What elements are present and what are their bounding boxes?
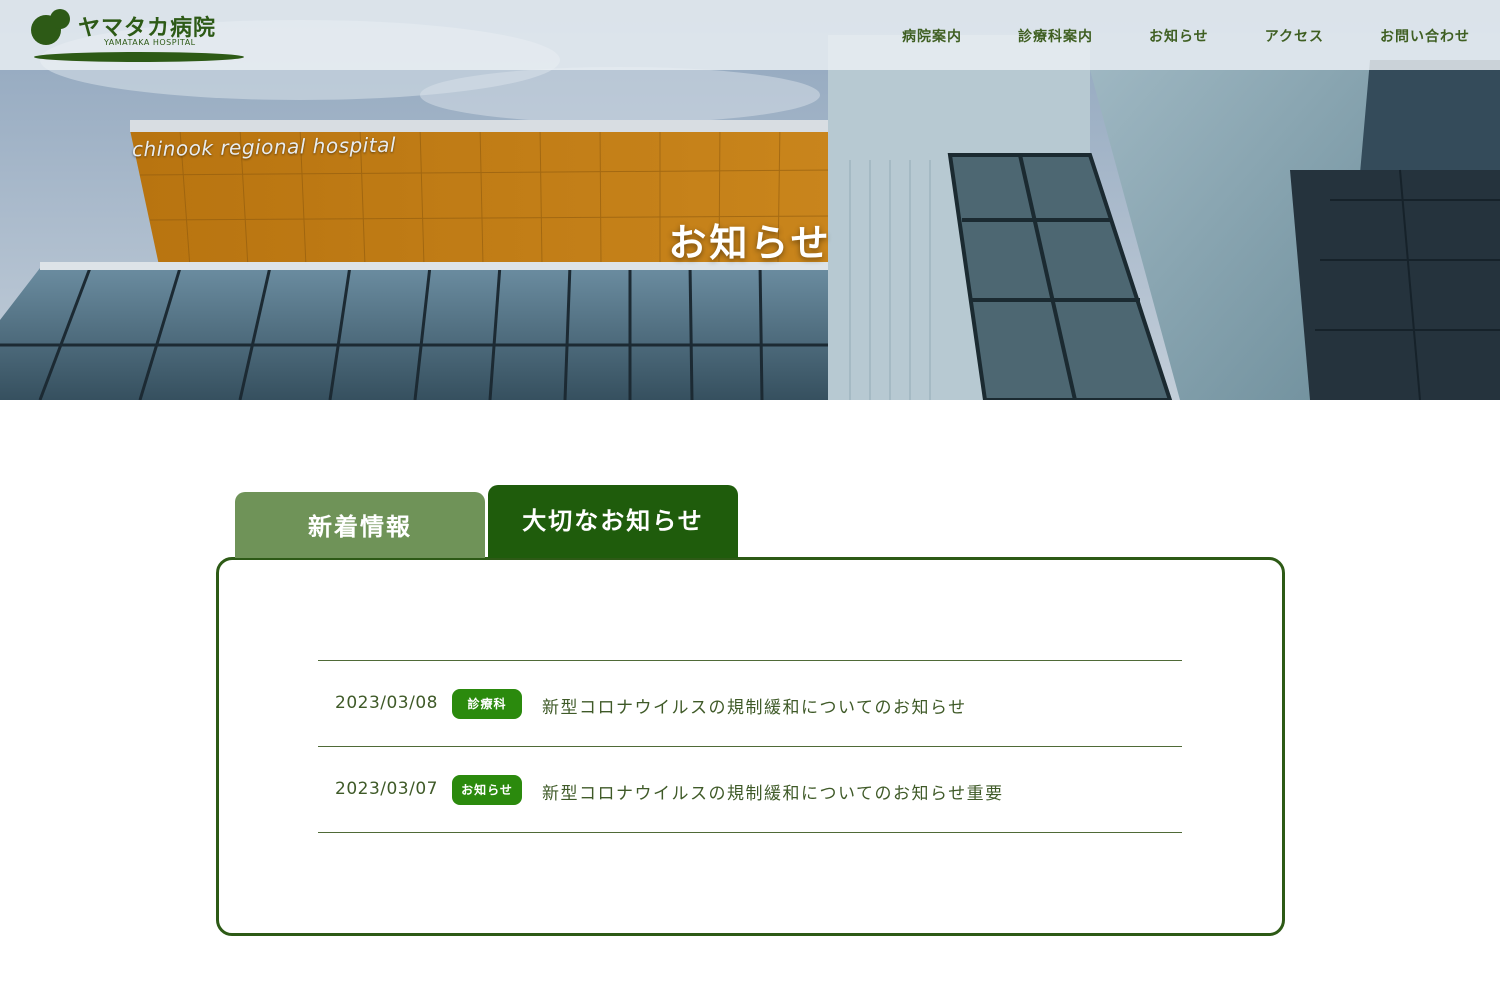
news-list: 2023/03/08 診療科 新型コロナウイルスの規制緩和についてのお知らせ 2… <box>318 660 1182 833</box>
nav-item-access[interactable]: アクセス <box>1265 26 1324 46</box>
category-badge: 診療科 <box>452 689 522 719</box>
news-item[interactable]: 2023/03/08 診療科 新型コロナウイルスの規制緩和についてのお知らせ <box>318 661 1182 747</box>
nav-item-contact[interactable]: お問い合わせ <box>1380 26 1470 46</box>
page-title: お知らせ <box>668 221 832 265</box>
logo-swoosh <box>34 52 244 62</box>
category-badge: お知らせ <box>452 775 522 805</box>
site-header: ヤマタカ病院 YAMATAKA HOSPITAL 病院案内 診療科案内 お知らせ… <box>0 0 1500 70</box>
nav-item-departments[interactable]: 診療科案内 <box>1018 26 1093 46</box>
news-title[interactable]: 新型コロナウイルスの規制緩和についてのお知らせ <box>542 693 967 718</box>
logo-subtitle: YAMATAKA HOSPITAL <box>104 38 196 47</box>
logo-leaf-icon <box>31 9 70 45</box>
news-date: 2023/03/07 <box>335 779 438 799</box>
building-sign: chinook regional hospital <box>131 132 397 162</box>
news-title[interactable]: 新型コロナウイルスの規制緩和についてのお知らせ重要 <box>542 779 1004 804</box>
nav-item-news[interactable]: お知らせ <box>1149 26 1209 46</box>
tab-news[interactable]: 新着情報 <box>235 492 485 558</box>
news-item[interactable]: 2023/03/07 お知らせ 新型コロナウイルスの規制緩和についてのお知らせ重… <box>318 747 1182 833</box>
main-nav: 病院案内 診療科案内 お知らせ アクセス お問い合わせ <box>902 26 1470 46</box>
news-date: 2023/03/08 <box>335 693 438 713</box>
nav-item-about[interactable]: 病院案内 <box>902 26 962 46</box>
tab-important[interactable]: 大切なお知らせ <box>488 485 738 558</box>
site-logo[interactable]: ヤマタカ病院 YAMATAKA HOSPITAL <box>28 6 248 64</box>
